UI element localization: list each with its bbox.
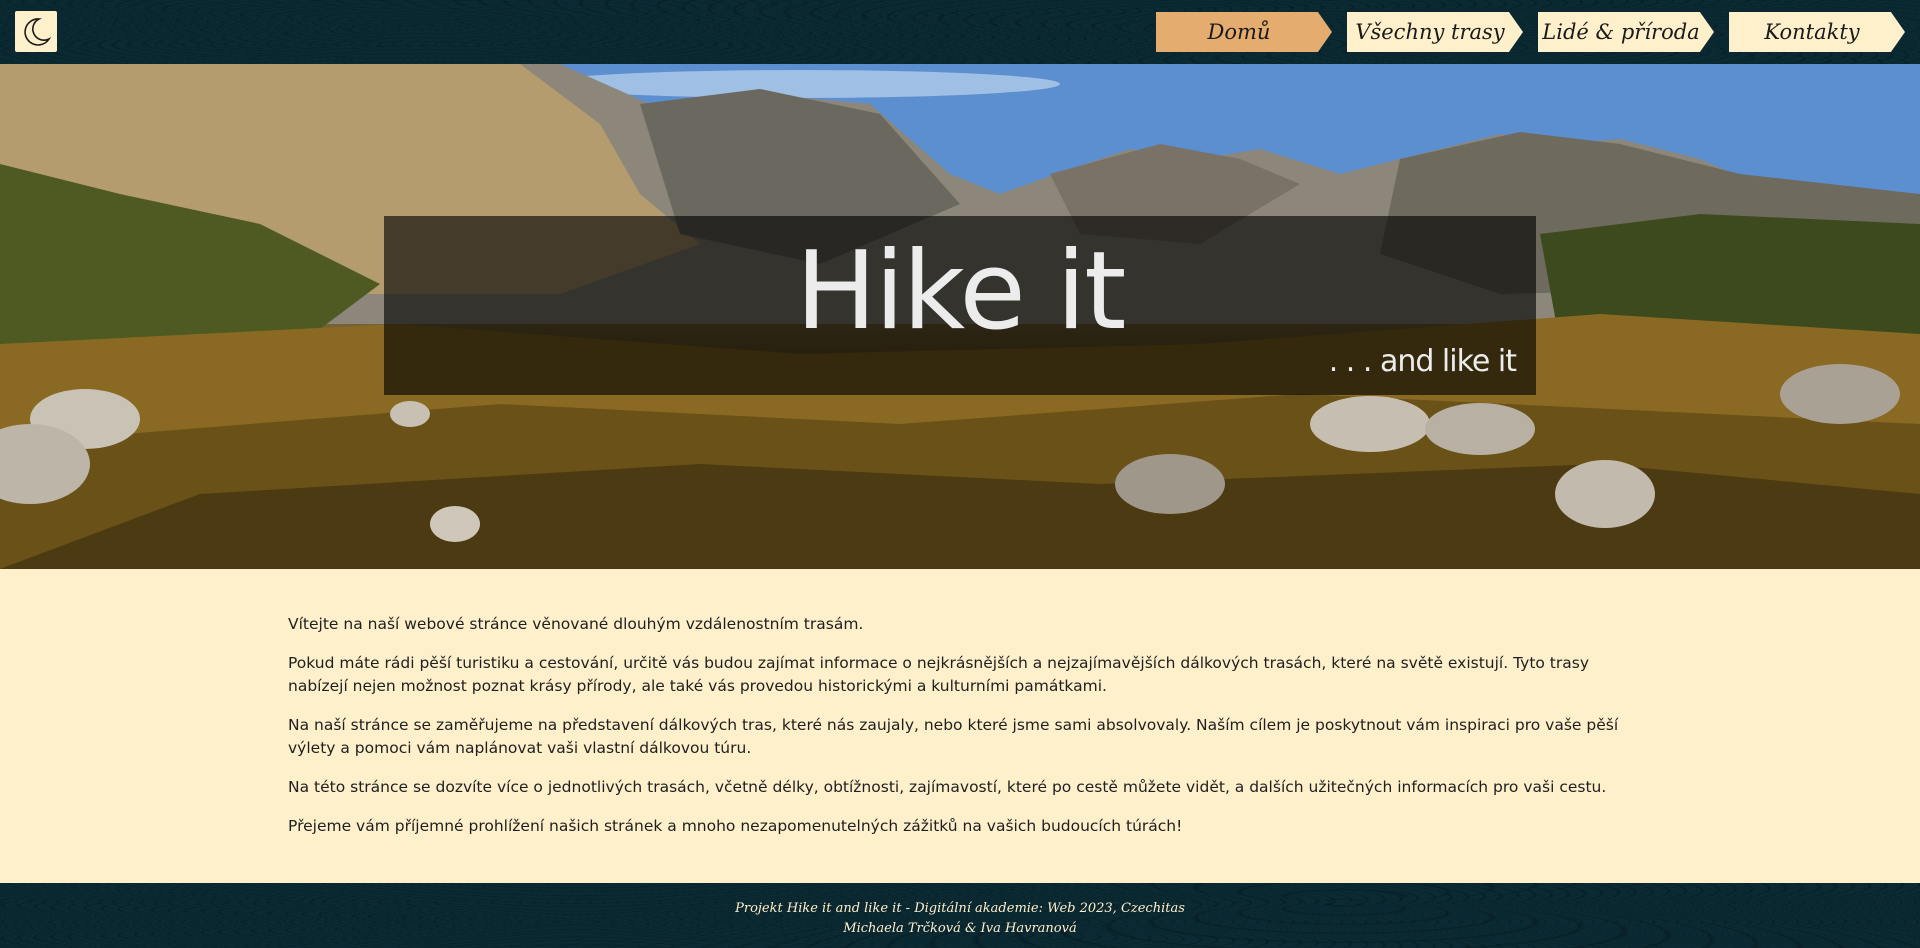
paragraph: Na této stránce se dozvíte více o jednot… (288, 778, 1607, 796)
nav-item-label: Kontakty (1764, 20, 1860, 44)
page-title: Hike it (795, 229, 1126, 354)
nav-item-label: Všechny trasy (1355, 20, 1505, 44)
nav-item-label: Lidé & příroda (1542, 20, 1700, 44)
paragraph: Pokud máte rádi pěší turistiku a cestová… (288, 654, 1590, 695)
hero-title-box: Hike it . . . and like it (384, 216, 1536, 395)
intro-text: Vítejte na naší webové stránce věnované … (288, 613, 1632, 854)
paragraph: Přejeme vám příjemné prohlížení našich s… (288, 817, 1183, 835)
footer-project-credit: Projekt Hike it and like it - Digitální … (735, 901, 1185, 916)
crescent-moon-icon (24, 17, 52, 46)
nav-item-all-routes[interactable]: Všechny trasy (1347, 12, 1523, 52)
main-navigation: Domů Všechny trasy Lidé & příroda Kontak… (1156, 12, 1905, 52)
site-header: Domů Všechny trasy Lidé & příroda Kontak… (0, 0, 1920, 64)
paragraph: Na naší stránce se zaměřujeme na předsta… (288, 716, 1619, 757)
nav-item-label: Domů (1207, 20, 1271, 44)
main-content: Vítejte na naší webové stránce věnované … (0, 569, 1920, 883)
nav-item-contacts[interactable]: Kontakty (1729, 12, 1905, 52)
paragraph: Vítejte na naší webové stránce věnované … (288, 615, 864, 633)
page-subtitle: . . . and like it (1328, 344, 1517, 379)
nav-item-home[interactable]: Domů (1156, 12, 1332, 52)
site-footer: Projekt Hike it and like it - Digitální … (0, 883, 1920, 948)
home-logo-link[interactable] (15, 11, 57, 52)
nav-item-people-nature[interactable]: Lidé & příroda (1538, 12, 1714, 52)
footer-authors: Michaela Trčková & Iva Havranová (843, 921, 1077, 936)
hero-banner: Hike it . . . and like it (0, 64, 1920, 569)
